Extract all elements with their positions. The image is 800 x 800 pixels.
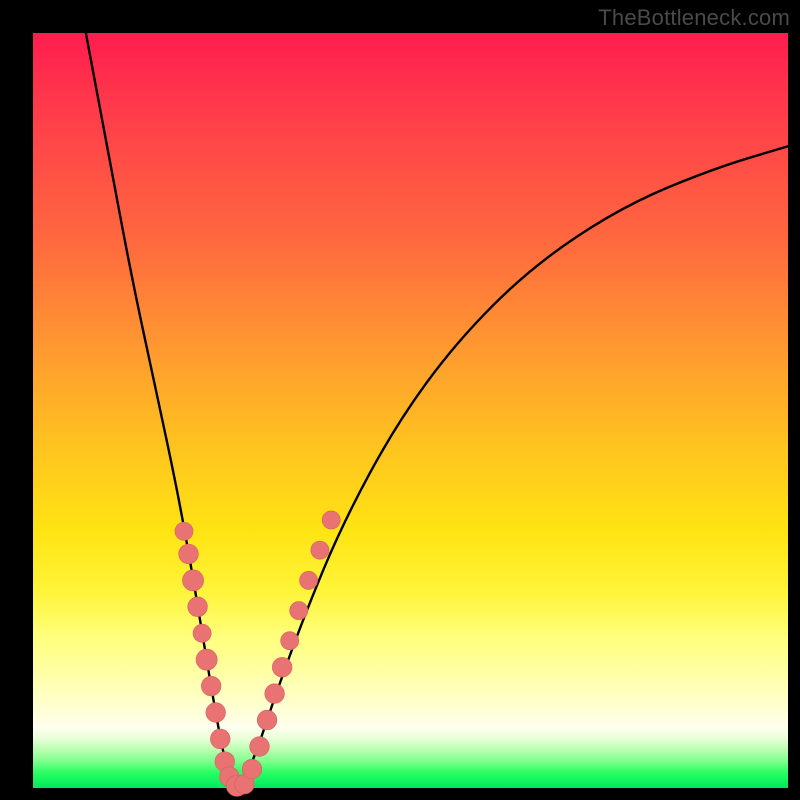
bottleneck-curve-path [86, 33, 788, 782]
marker-dot [193, 624, 211, 642]
marker-dot [300, 571, 318, 589]
marker-dot [210, 729, 230, 749]
marker-dot [242, 759, 262, 779]
marker-dot [250, 737, 270, 757]
marker-dot [311, 541, 329, 559]
watermark-label: TheBottleneck.com [598, 5, 790, 31]
marker-dot [272, 657, 292, 677]
marker-dot [257, 710, 277, 730]
marker-dot [188, 597, 208, 617]
marker-dot [182, 570, 203, 591]
marker-dot [281, 632, 299, 650]
marker-dot [201, 676, 221, 696]
plot-area [33, 33, 788, 788]
marker-dot [175, 522, 193, 540]
marker-dot [206, 703, 226, 723]
marker-dot [265, 684, 285, 704]
marker-dot [196, 649, 217, 670]
marker-dot [290, 602, 308, 620]
marker-dot [179, 544, 199, 564]
curve-layer [33, 33, 788, 788]
marker-dot [322, 511, 340, 529]
marker-group [175, 511, 340, 796]
chart-frame: TheBottleneck.com [0, 0, 800, 800]
